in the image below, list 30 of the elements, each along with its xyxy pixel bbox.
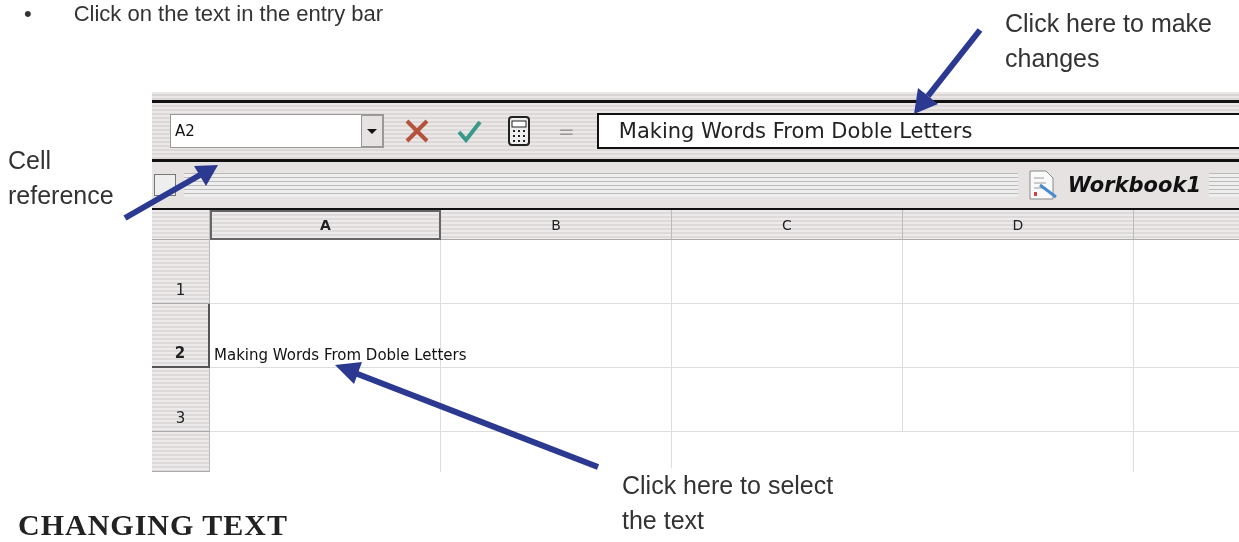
checkmark-icon[interactable] [456, 119, 482, 143]
table-cell[interactable] [903, 240, 1134, 304]
row-header[interactable]: 2 [152, 304, 210, 368]
table-cell[interactable] [441, 368, 672, 432]
table-cell[interactable] [903, 304, 1134, 368]
name-box[interactable]: A2 [170, 114, 384, 148]
column-header[interactable]: B [441, 210, 672, 240]
instruction-text: Click on the text in the entry bar [73, 1, 384, 27]
row-header[interactable] [152, 432, 210, 472]
table-cell[interactable] [672, 368, 903, 432]
equals-sign: = [558, 119, 575, 143]
table-cell[interactable] [210, 240, 441, 304]
column-header[interactable]: C [672, 210, 903, 240]
column-header[interactable]: A [210, 210, 441, 240]
select-all-corner[interactable] [152, 210, 210, 240]
title-bar-stripes [1209, 173, 1239, 197]
bullet: • [24, 1, 32, 27]
table-cell[interactable]: Making Words From Doble Letters [210, 304, 672, 368]
section-heading: CHANGING TEXT [18, 508, 288, 542]
cancel-icon[interactable] [404, 119, 430, 143]
calculator-icon[interactable] [508, 116, 530, 146]
table-cell[interactable] [672, 240, 903, 304]
entry-field[interactable]: Making Words From Doble Letters [596, 113, 1239, 149]
table-cell[interactable] [441, 240, 672, 304]
table-cell[interactable] [903, 368, 1134, 432]
window-title: Workbook1 [1067, 173, 1201, 197]
table-cell[interactable] [672, 304, 903, 368]
row-header[interactable]: 3 [152, 368, 210, 432]
row-header[interactable]: 1 [152, 240, 210, 304]
column-header[interactable]: D [903, 210, 1134, 240]
